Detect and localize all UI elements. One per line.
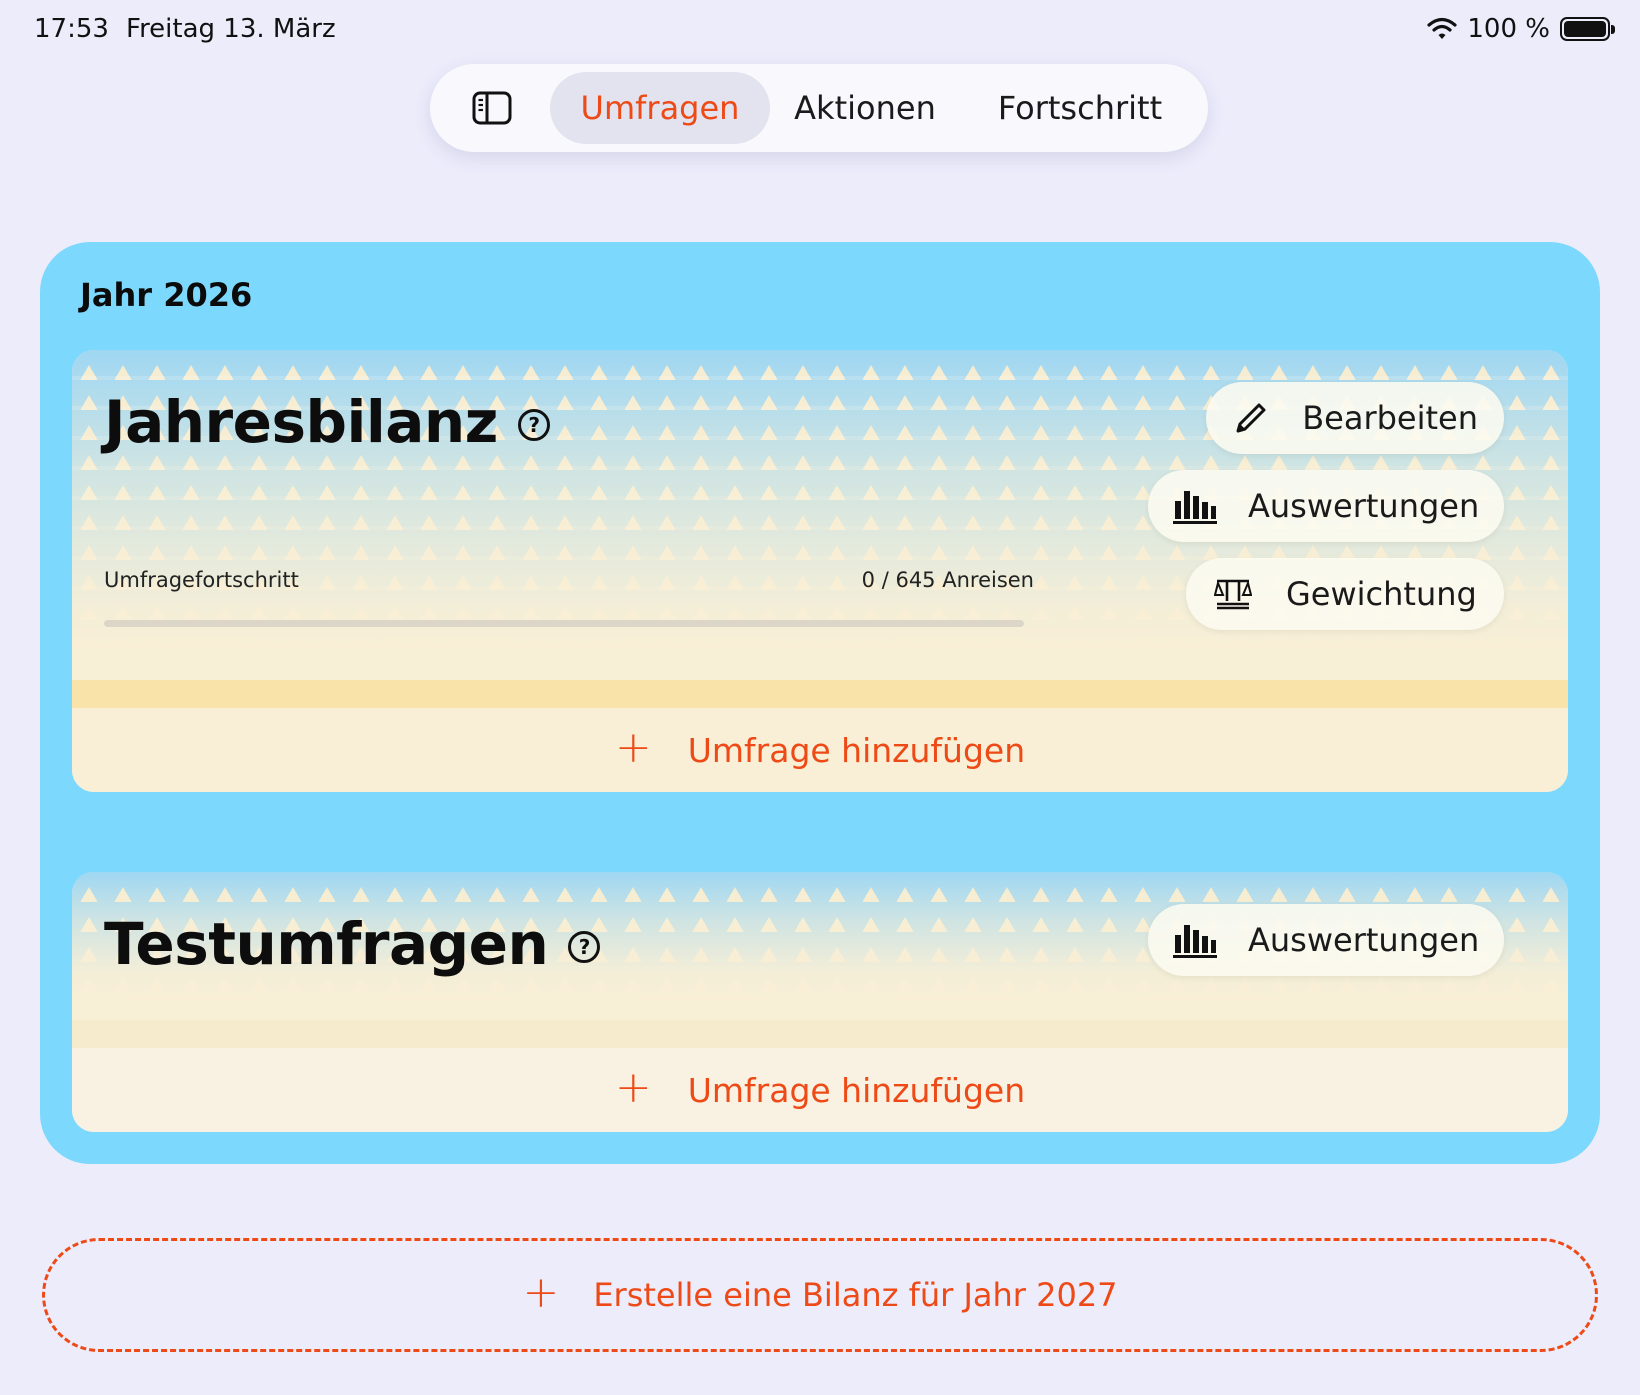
progress-count: 0 / 645 Anreisen	[861, 568, 1034, 592]
status-right: 100 %	[1427, 14, 1615, 44]
battery-icon	[1560, 17, 1615, 41]
card-title-row: Jahresbilanz ?	[104, 388, 550, 456]
add-survey-label: Umfrage hinzufügen	[687, 1070, 1026, 1110]
survey-card-jahresbilanz: Jahresbilanz ? Bearbeiten Auswertungen G…	[72, 350, 1568, 792]
edit-button-label: Bearbeiten	[1302, 399, 1478, 437]
sidebar-toggle-icon	[472, 91, 512, 125]
create-bilanz-button[interactable]: + Erstelle eine Bilanz für Jahr 2027	[42, 1238, 1598, 1352]
scales-icon	[1210, 575, 1256, 613]
auswertungen-button-label: Auswertungen	[1248, 487, 1480, 525]
card-divider-band	[72, 1020, 1568, 1048]
add-survey-button[interactable]: + Umfrage hinzufügen	[72, 708, 1568, 792]
tab-fortschritt[interactable]: Fortschritt	[970, 72, 1190, 144]
add-survey-button[interactable]: + Umfrage hinzufügen	[72, 1048, 1568, 1132]
question-circle-icon[interactable]: ?	[568, 931, 601, 963]
edit-button[interactable]: Bearbeiten	[1206, 382, 1504, 454]
question-circle-icon[interactable]: ?	[517, 409, 550, 441]
year-section: Jahr 2026 Jahresbilanz ? Bearbeiten Ausw…	[40, 242, 1600, 1164]
auswertungen-button[interactable]: Auswertungen	[1148, 904, 1504, 976]
card-title-row: Testumfragen ?	[104, 910, 601, 978]
auswertungen-button[interactable]: Auswertungen	[1148, 470, 1504, 542]
year-title: Jahr 2026	[80, 276, 253, 314]
add-survey-label: Umfrage hinzufügen	[687, 730, 1026, 770]
tab-umfragen[interactable]: Umfragen	[550, 72, 770, 144]
bar-chart-icon	[1172, 921, 1218, 959]
plus-icon: +	[614, 1062, 652, 1113]
gewichtung-button-label: Gewichtung	[1286, 575, 1477, 613]
card-divider-band	[72, 680, 1568, 708]
status-bar: 17:53 Freitag 13. März 100 %	[34, 14, 1615, 50]
bar-chart-icon	[1172, 487, 1218, 525]
progress-label: Umfragefortschritt	[104, 568, 299, 592]
survey-card-testumfragen: Testumfragen ? Auswertungen + Umfrage hi…	[72, 872, 1568, 1132]
card-title: Testumfragen	[104, 910, 549, 978]
wifi-icon	[1427, 17, 1457, 39]
card-title: Jahresbilanz	[104, 388, 498, 456]
battery-percent: 100 %	[1467, 14, 1550, 44]
gewichtung-button[interactable]: Gewichtung	[1186, 558, 1504, 630]
plus-icon: +	[614, 722, 652, 773]
plus-icon: +	[522, 1267, 560, 1318]
create-bilanz-label: Erstelle eine Bilanz für Jahr 2027	[593, 1276, 1118, 1314]
auswertungen-button-label: Auswertungen	[1248, 921, 1480, 959]
progress-bar	[104, 620, 1024, 627]
status-date: Freitag 13. März	[126, 14, 336, 44]
pencil-icon	[1230, 399, 1272, 437]
sidebar-toggle-button[interactable]	[470, 88, 514, 128]
tab-aktionen[interactable]: Aktionen	[780, 72, 950, 144]
status-time: 17:53	[34, 14, 109, 44]
top-segmented-nav: Umfragen Aktionen Fortschritt	[430, 64, 1208, 152]
